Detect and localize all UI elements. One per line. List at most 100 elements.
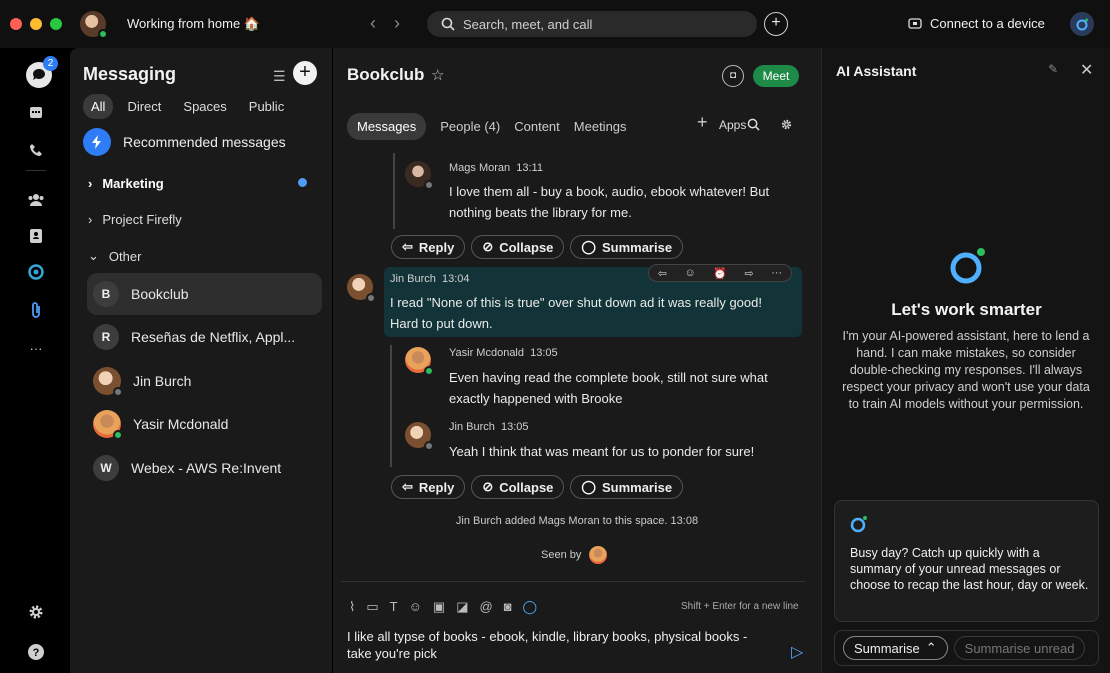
meet-button[interactable]: Meet [753,65,799,87]
ai-intro-text: I'm your AI-powered assistant, here to l… [842,329,1090,411]
add-tab-icon[interactable]: + [697,112,708,133]
message-hover-toolbar: ⇦ ☺ ⏰ ⇨ ··· [648,264,792,282]
back-arrow-icon[interactable]: ‹ [370,13,376,34]
tab-people[interactable]: People (4) [440,119,500,134]
collapse-button[interactable]: ⊘ Collapse [471,235,565,259]
minimize-window-button[interactable] [30,18,42,30]
chat-bubble-icon [32,68,45,80]
group-label: Other [108,248,142,264]
reply-button[interactable]: ⇦ Reply [391,235,466,259]
summarise-button[interactable]: ◯ Summarise [570,235,684,259]
more-icon[interactable]: ··· [771,267,782,279]
sticker-icon[interactable]: ◪ [456,599,468,615]
close-window-button[interactable] [10,18,22,30]
message-text: I love them all - buy a book, audio, ebo… [449,184,770,220]
group-marketing[interactable]: › Marketing [88,176,164,191]
star-icon[interactable]: ☆ [431,66,444,84]
message-text: I read "None of this is true" over shut … [390,295,762,331]
connect-device-label: Connect to a device [930,16,1045,31]
webex-nav-button[interactable] [24,260,48,284]
tab-messages[interactable]: Messages [347,113,427,140]
settings-nav-button[interactable] [24,600,48,624]
tab-public[interactable]: Public [241,94,292,119]
forward-arrow-icon[interactable]: › [394,13,400,34]
message-author: Jin Burch 13:05 [449,421,529,433]
chevron-down-icon: ⌄ [88,248,99,263]
reminder-icon[interactable]: ⏰ [713,267,727,280]
group-label: Marketing [102,176,164,191]
group-project-firefly[interactable]: › Project Firefly [88,212,182,227]
screenshot-icon[interactable]: ▭ [366,599,378,615]
space-info-button[interactable]: ◘ [722,65,744,87]
close-icon[interactable]: ✕ [1080,60,1093,80]
filter-icon[interactable]: ☰ [273,68,286,85]
summarise-unread-button[interactable]: Summarise unread [953,636,1086,660]
send-icon[interactable]: ▷ [791,642,803,662]
pin-icon[interactable]: ✎ [1048,62,1058,76]
attach-icon[interactable]: ⌇ [349,599,355,615]
recommended-messages[interactable]: Recommended messages [83,128,286,156]
more-nav-button[interactable]: ··· [24,336,48,360]
summarise-dropdown-button[interactable]: Summarise ⌃ [843,636,948,660]
conversation-jin-burch[interactable]: Jin Burch [87,360,322,402]
teams-nav-button[interactable] [24,188,48,212]
conversation-bookclub[interactable]: B Bookclub [87,273,322,315]
contacts-nav-button[interactable] [24,224,48,248]
tab-apps[interactable]: Apps [719,118,746,132]
conversation-webex-aws[interactable]: W Webex - AWS Re:Invent [87,447,322,489]
summarise-button[interactable]: ◯ Summarise [570,475,684,499]
message-input[interactable]: I like all typse of books - ebook, kindl… [347,628,767,662]
message-text: Yeah I think that was meant for us to po… [449,444,755,459]
attachments-nav-button[interactable] [24,298,48,322]
connect-device-button[interactable]: Connect to a device [908,16,1045,31]
conversation-resenas[interactable]: R Reseñas de Netflix, Appl... [87,316,322,358]
phone-icon [30,144,42,156]
emoji-icon[interactable]: ☺ [409,599,422,615]
forward-icon[interactable]: ⇨ [744,267,753,280]
avatar [405,347,434,376]
search-input[interactable]: Search, meet, and call [427,11,757,37]
recommended-label: Recommended messages [123,134,286,150]
contacts-icon [30,229,42,243]
window-controls [10,18,62,30]
help-nav-button[interactable]: ? [24,640,48,664]
reply-button[interactable]: ⇦ Reply [391,475,466,499]
react-icon[interactable]: ☺ [684,267,695,279]
new-message-button[interactable]: + [293,61,317,85]
maximize-window-button[interactable] [50,18,62,30]
new-action-button[interactable]: + [764,12,788,36]
gif-icon[interactable]: ▣ [433,599,445,615]
messaging-nav-button[interactable]: 2 [26,56,58,88]
search-placeholder: Search, meet, and call [463,16,593,32]
collapse-button[interactable]: ⊘ Collapse [471,475,565,499]
conversation-yasir-mcdonald[interactable]: Yasir Mcdonald [87,403,322,445]
ai-assistant-button[interactable] [1070,12,1094,36]
tab-all[interactable]: All [83,94,114,119]
ai-icon: ◯ [581,239,596,254]
mention-icon[interactable]: @ [479,599,492,615]
chat-tabs: Messages People (4) Content Meetings [347,113,627,140]
ai-assistant-panel: AI Assistant ✎ ✕ Let's work smarter I'm … [821,48,1110,673]
gear-icon[interactable] [780,118,793,134]
search-icon[interactable] [747,118,760,134]
group-other[interactable]: ⌄ Other [88,248,141,264]
collapse-icon: ⊘ [482,239,494,254]
calendar-icon [30,107,42,118]
calendar-nav-button[interactable] [24,100,48,124]
history-nav: ‹ › [370,13,400,34]
reply-icon: ⇦ [402,239,413,254]
tab-content[interactable]: Content [514,119,560,134]
calls-nav-button[interactable] [24,138,48,162]
tab-meetings[interactable]: Meetings [574,119,627,134]
ai-assistant-icon[interactable]: ◯ [523,599,538,615]
whiteboard-icon[interactable]: ◙ [504,599,512,615]
format-text-icon[interactable]: T [390,599,398,615]
my-avatar[interactable] [80,11,108,39]
message-text: Even having read the complete book, stil… [449,370,768,406]
lightning-icon [83,128,111,156]
tab-spaces[interactable]: Spaces [175,94,234,119]
status-text[interactable]: Working from home 🏠 [127,16,260,32]
reply-icon[interactable]: ⇦ [658,267,667,280]
system-message: Jin Burch added Mags Moran to this space… [455,515,699,527]
tab-direct[interactable]: Direct [119,94,169,119]
